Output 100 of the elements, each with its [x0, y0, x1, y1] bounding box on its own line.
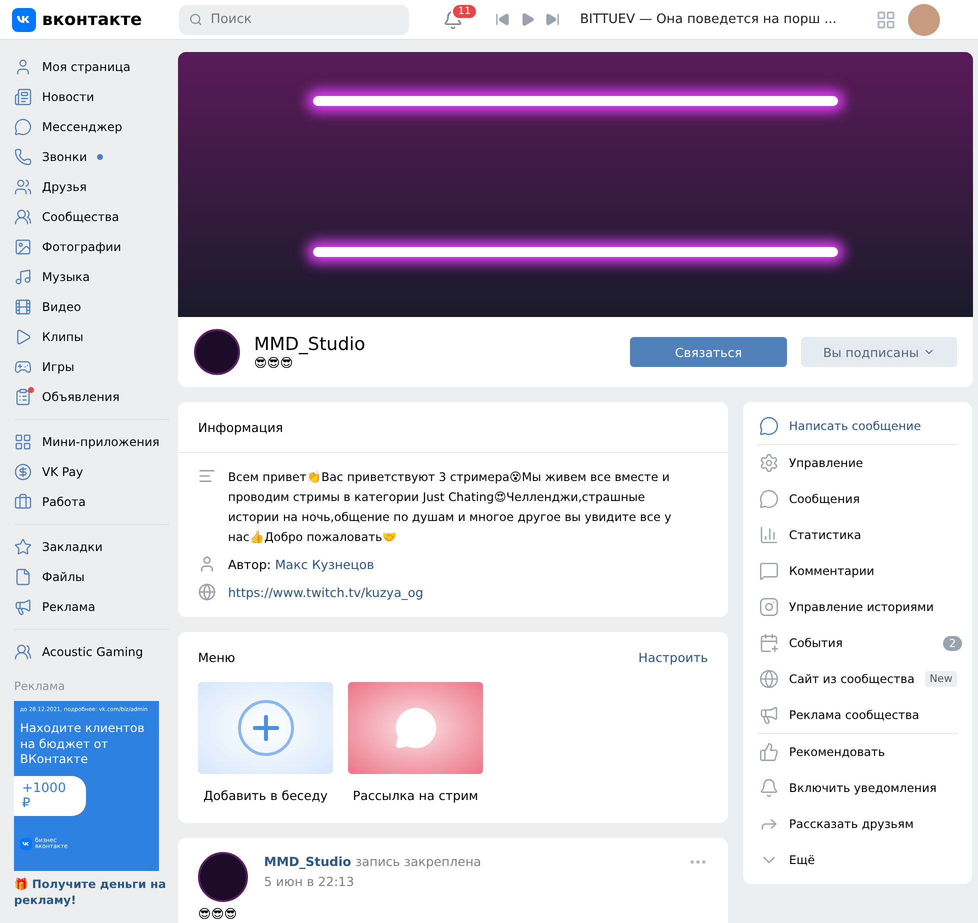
sidebar-item[interactable]: Работа [14, 487, 169, 517]
logo-text: вконтакте [42, 10, 142, 30]
sidebar-item[interactable]: Клипы [14, 322, 169, 352]
card-title: Меню [198, 650, 236, 664]
groups-icon [14, 208, 32, 226]
sidebar-item[interactable]: Музыка [14, 262, 169, 292]
action-item[interactable]: Сообщения [743, 481, 972, 517]
author-link[interactable]: Макс Кузнецов [275, 555, 374, 575]
sidebar-item[interactable]: VK Pay [14, 457, 169, 487]
search-icon [189, 12, 203, 27]
phone-icon [14, 148, 32, 166]
count-badge: 2 [943, 636, 962, 650]
action-item[interactable]: Ещё [743, 842, 972, 878]
sidebar-item[interactable]: Мини-приложения [14, 427, 169, 457]
action-item[interactable]: Реклама сообщества [743, 697, 972, 733]
post-date: 5 июн в 22:13 [264, 873, 356, 891]
action-item[interactable]: Написать сообщение [743, 408, 972, 444]
action-item[interactable]: События 2 [743, 625, 972, 661]
post-text: 😎😎😎 [198, 905, 238, 923]
configure-link[interactable]: Настроить [638, 650, 708, 664]
menu-tile[interactable]: Добавить в беседу [198, 682, 333, 803]
action-item[interactable]: Сайт из сообщества New [743, 661, 972, 697]
previous-icon[interactable] [495, 12, 510, 27]
chart-icon [759, 525, 779, 545]
menu-tile[interactable]: Рассылка на стрим [348, 682, 483, 803]
message-icon [14, 118, 32, 136]
notification-count: 11 [451, 2, 478, 20]
description-text: Всем привет👏Вас приветствуют 3 стримера😵Мы живем все вместе и проводим стримы в категории Just Chating😍Челленджи,страшные истории на ночь,общение по душам и многое другое вы увидите все у нас👍Добро пожаловать🤝 [228, 469, 672, 546]
clips-icon [14, 328, 32, 346]
group-avatar [194, 329, 240, 375]
action-item[interactable]: Статистика [743, 517, 972, 553]
user-icon [198, 555, 216, 573]
ad-link[interactable]: 🎁 Получите деньги на рекламу! [14, 877, 169, 908]
photo-icon [14, 238, 32, 256]
sidebar-item[interactable]: Закладки [14, 532, 169, 562]
action-item[interactable]: Управление [743, 445, 972, 481]
sidebar-item[interactable]: Сообщества [14, 202, 169, 232]
card-title: Информация [198, 420, 284, 434]
friends-icon [14, 178, 32, 196]
pay-icon [14, 463, 32, 481]
sidebar-item[interactable]: Видео [14, 292, 169, 322]
ad-title: Находите клиентов на бюджет от ВКонтакте [19, 720, 146, 768]
next-icon[interactable] [545, 12, 560, 27]
globe-icon [198, 583, 216, 601]
bell-icon [759, 778, 779, 798]
search-field[interactable]: Поиск [179, 4, 409, 34]
games-icon [14, 358, 32, 376]
new-badge: New [924, 671, 958, 687]
post-author[interactable]: MMD_Studio [264, 854, 352, 869]
sidebar-item[interactable]: Новости [14, 82, 169, 112]
user-avatar[interactable] [908, 4, 940, 36]
action-item[interactable]: Рекомендовать [743, 734, 972, 770]
ad-heading: Реклама [14, 679, 66, 693]
action-item[interactable]: Управление историями [743, 589, 972, 625]
contact-button[interactable]: Связаться [630, 337, 787, 367]
comment-icon [759, 561, 779, 581]
chat-bubble-icon [394, 706, 438, 750]
action-item[interactable]: Комментарии [743, 553, 972, 589]
sidebar-item[interactable]: Фотографии [14, 232, 169, 262]
sidebar-item[interactable]: Реклама [14, 592, 169, 622]
apps-grid-icon[interactable] [876, 10, 896, 30]
action-item[interactable]: Включить уведомления [743, 770, 972, 806]
globe-icon [759, 669, 779, 689]
sidebar-item[interactable]: Объявления [14, 382, 169, 412]
sidebar-item[interactable]: Acoustic Gaming [14, 637, 169, 667]
sidebar-item[interactable]: Мессенджер [14, 112, 169, 142]
sidebar-item[interactable]: Файлы [14, 562, 169, 592]
vk-logo-icon [20, 838, 32, 850]
track-title[interactable]: BITTUEV — Она поведется на порш ... [580, 12, 864, 27]
description-icon [198, 467, 216, 485]
sidebar-item[interactable]: Друзья [14, 172, 169, 202]
play-icon[interactable] [520, 12, 535, 27]
sidebar-item[interactable]: Моя страница [14, 52, 169, 82]
events-icon [759, 633, 779, 653]
search-input[interactable]: Поиск [208, 11, 399, 28]
star-icon [14, 538, 32, 556]
vk-logo-icon [12, 8, 36, 32]
megaphone-icon [759, 705, 779, 725]
plus-icon [238, 700, 294, 756]
apps-icon [14, 433, 32, 451]
thumb-icon [759, 742, 779, 762]
post-action: запись закреплена [355, 854, 482, 869]
action-item[interactable]: Рассказать друзьям [743, 806, 972, 842]
groups-icon [14, 643, 32, 661]
news-icon [14, 88, 32, 106]
music-icon [14, 268, 32, 286]
sidebar-item[interactable]: Игры [14, 352, 169, 382]
ad-bonus: +1000 ₽ [14, 776, 86, 816]
message-icon [759, 416, 779, 436]
subscribed-button[interactable]: Вы подписаны [801, 337, 957, 367]
post-author-avatar [198, 852, 248, 902]
group-name: MMD_Studio [254, 334, 366, 355]
message-icon [759, 489, 779, 509]
website-link[interactable]: https://www.twitch.tv/kuzya_og [228, 583, 424, 603]
author-label: Автор: [228, 556, 271, 574]
sidebar-item[interactable]: Звонки [14, 142, 169, 172]
video-icon [14, 298, 32, 316]
gear-icon [759, 453, 779, 473]
group-status: 😎😎😎 [254, 355, 294, 370]
user-icon [14, 58, 32, 76]
